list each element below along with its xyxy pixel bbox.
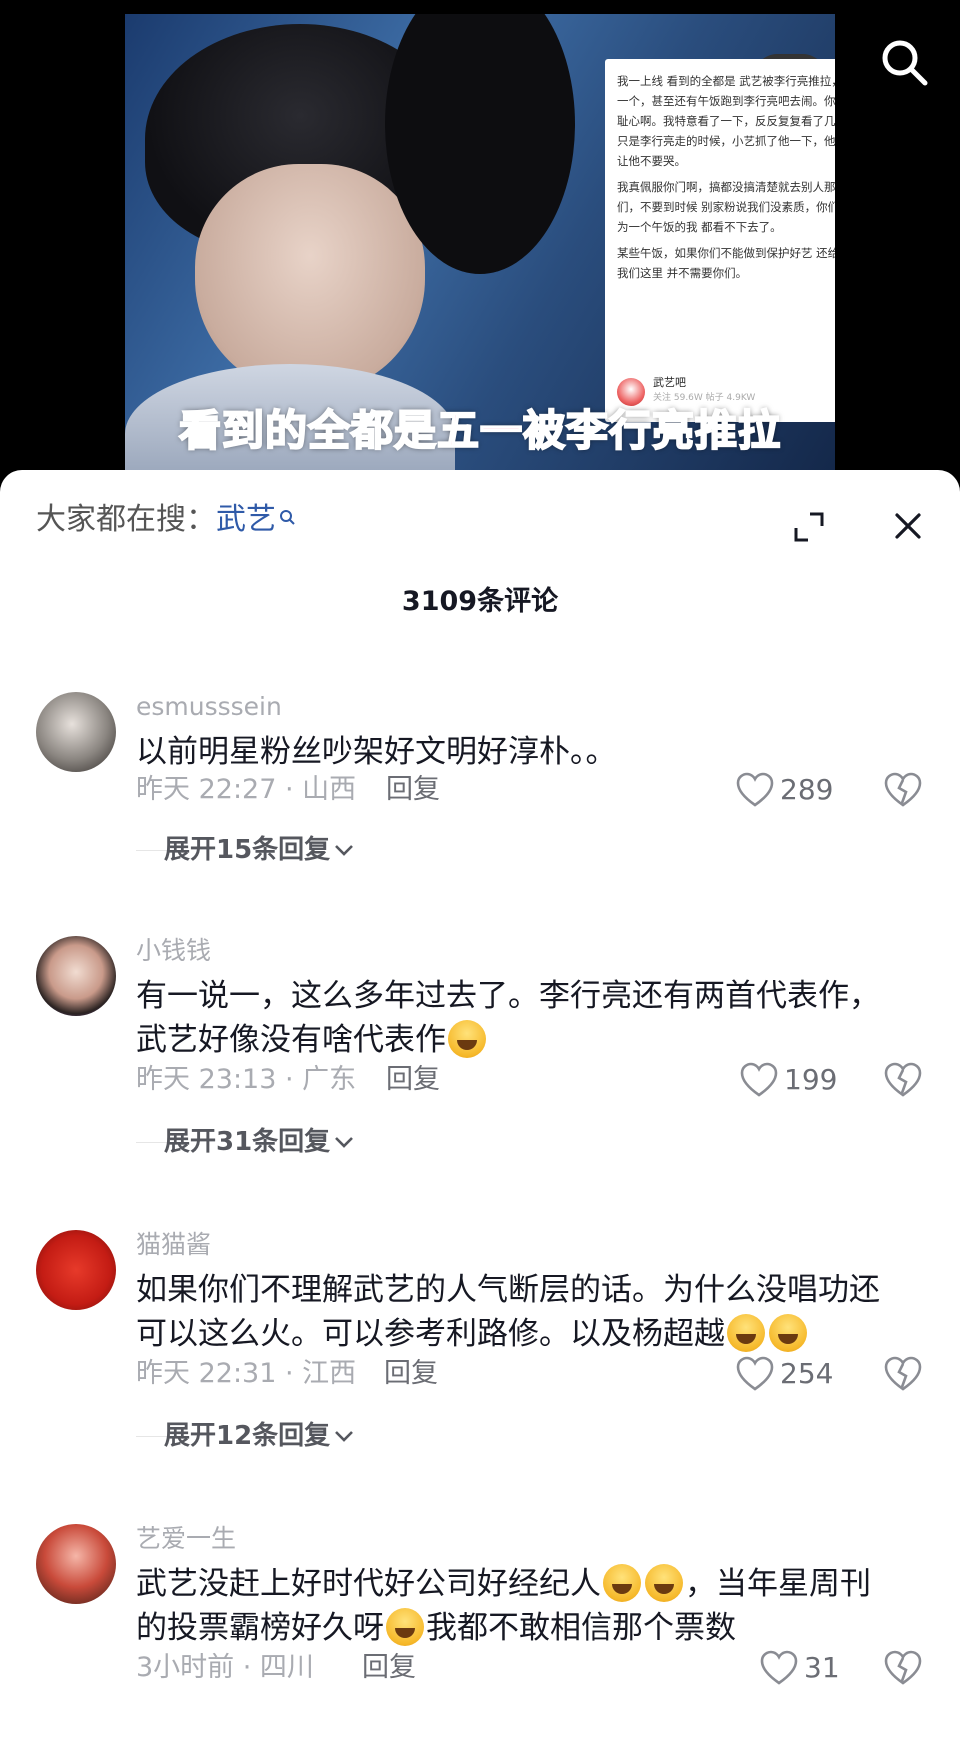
chevron-down-icon xyxy=(335,1431,354,1442)
expand-icon xyxy=(794,512,824,542)
laugh-cry-emoji-icon xyxy=(769,1314,807,1352)
heart-icon xyxy=(760,1650,798,1685)
comment-username[interactable]: 艺爱一生 xyxy=(136,1522,236,1556)
comment-username[interactable]: esmusssein xyxy=(136,690,282,724)
avatar[interactable] xyxy=(36,936,116,1016)
search-icon xyxy=(882,40,928,86)
comment-text: 武艺没赶上好时代好公司好经纪人 ，当年星周刊的投票霸榜好久呀 我都不敢相信那个票数 xyxy=(136,1562,896,1650)
comment-username[interactable]: 猫猫酱 xyxy=(136,1228,211,1262)
heart-icon xyxy=(736,772,774,807)
like-button[interactable]: 254 xyxy=(736,1354,846,1394)
comment-sheet: 大家都在搜：武艺 3109条评论 esmusssein 以前明星粉丝吵架好文明好… xyxy=(0,470,960,1744)
expand-replies-button[interactable]: 展开31条回复 xyxy=(164,1124,356,1160)
dislike-button[interactable] xyxy=(884,1650,922,1688)
comment-text: 有一说一，这么多年过去了。李行亮还有两首代表作，武艺好像没有啥代表作 xyxy=(136,974,896,1062)
laugh-cry-emoji-icon xyxy=(603,1564,641,1602)
laugh-cry-emoji-icon xyxy=(448,1020,486,1058)
comment-time-location: 3小时前 · 四川 xyxy=(136,1652,314,1683)
like-count: 254 xyxy=(780,1357,834,1390)
like-count: 31 xyxy=(804,1651,840,1684)
comment-username[interactable]: 小钱钱 xyxy=(136,934,211,968)
trending-search-keyword[interactable]: 武艺 xyxy=(216,502,276,537)
laugh-cry-emoji-icon xyxy=(386,1608,424,1646)
video-player[interactable]: 我一上线 看到的全都是 武艺被李行亮推拉，就这样一个传一个，甚至还有午饭跑到李行… xyxy=(0,0,960,470)
expand-replies-label: 展开12条回复 xyxy=(164,1421,331,1451)
expand-replies-label: 展开31条回复 xyxy=(164,1127,331,1157)
reply-button[interactable]: 回复 xyxy=(386,1062,440,1098)
forum-name: 武艺吧 xyxy=(653,376,686,389)
forum-avatar xyxy=(617,378,645,406)
broken-heart-icon xyxy=(884,1062,922,1097)
avatar[interactable] xyxy=(36,1524,116,1604)
heart-icon xyxy=(740,1062,778,1097)
laugh-cry-emoji-icon xyxy=(645,1564,683,1602)
broken-heart-icon xyxy=(884,772,922,807)
post-paragraph-2: 我真佩服你门啊，搞都没搞清楚就去别人那里闹。告诉你们，不要到时候 别家粉说我们没… xyxy=(617,180,835,234)
broken-heart-icon xyxy=(884,1650,922,1685)
comment-text-part-3: 我都不敢相信那个票数 xyxy=(426,1610,736,1646)
reply-button[interactable]: 回复 xyxy=(386,772,440,808)
like-count: 289 xyxy=(780,773,834,806)
comment-text: 以前明星粉丝吵架好文明好淳朴。。 xyxy=(136,734,617,770)
like-count: 199 xyxy=(784,1063,838,1096)
like-button[interactable]: 199 xyxy=(740,1060,850,1100)
video-caption: 看到的全都是五一被李行亮推拉 xyxy=(178,405,781,456)
video-frame: 我一上线 看到的全都是 武艺被李行亮推拉，就这样一个传一个，甚至还有午饭跑到李行… xyxy=(125,14,835,470)
expand-replies-label: 展开15条回复 xyxy=(164,835,331,865)
comment-time-location: 昨天 22:31 · 江西 xyxy=(136,1358,357,1389)
dislike-button[interactable] xyxy=(884,1356,922,1394)
search-button[interactable] xyxy=(878,36,930,88)
trending-search[interactable]: 大家都在搜：武艺 xyxy=(36,500,296,540)
heart-icon xyxy=(736,1356,774,1391)
chevron-down-icon xyxy=(335,845,354,856)
dislike-button[interactable] xyxy=(884,1062,922,1100)
reply-button[interactable]: 回复 xyxy=(362,1650,416,1686)
close-icon xyxy=(895,513,921,539)
laugh-cry-emoji-icon xyxy=(727,1314,765,1352)
comment-text-part-1: 武艺没赶上好时代好公司好经纪人 xyxy=(136,1566,601,1602)
comment-text-body: 如果你们不理解武艺的人气断层的话。为什么没唱功还可以这么火。可以参考利路修。以及… xyxy=(136,1272,880,1352)
reply-button[interactable]: 回复 xyxy=(384,1356,438,1392)
expand-replies-button[interactable]: 展开12条回复 xyxy=(164,1418,356,1454)
expand-replies-button[interactable]: 展开15条回复 xyxy=(164,832,356,868)
comment-text-body: 有一说一，这么多年过去了。李行亮还有两首代表作，武艺好像没有啥代表作 xyxy=(136,978,880,1058)
broken-heart-icon xyxy=(884,1356,922,1391)
post-paragraph-3: 某些午饭，如果你们不能做到保护好艺 还给增加麻烦，那我们这里 并不需要你们。 xyxy=(617,246,835,280)
comment-text: 如果你们不理解武艺的人气断层的话。为什么没唱功还可以这么火。可以参考利路修。以及… xyxy=(136,1268,896,1356)
comment-time-location: 昨天 23:13 · 广东 xyxy=(136,1064,357,1095)
trending-search-prefix: 大家都在搜： xyxy=(36,502,216,537)
close-button[interactable] xyxy=(888,506,928,546)
expand-button[interactable] xyxy=(792,510,826,544)
like-button[interactable]: 31 xyxy=(760,1648,860,1688)
comment-time-location: 昨天 22:27 · 山西 xyxy=(136,774,357,805)
avatar[interactable] xyxy=(36,692,116,772)
video-person-face xyxy=(195,164,425,394)
avatar[interactable] xyxy=(36,1230,116,1310)
post-paragraph-1: 我一上线 看到的全都是 武艺被李行亮推拉，就这样一个传一个，甚至还有午饭跑到李行… xyxy=(617,74,835,168)
forum-post-screenshot: 我一上线 看到的全都是 武艺被李行亮推拉，就这样一个传一个，甚至还有午饭跑到李行… xyxy=(605,59,835,422)
comment-count-title: 3109条评论 xyxy=(401,586,559,617)
dislike-button[interactable] xyxy=(884,772,922,810)
chevron-down-icon xyxy=(335,1137,354,1148)
like-button[interactable]: 289 xyxy=(736,770,846,810)
small-search-icon xyxy=(278,500,296,540)
